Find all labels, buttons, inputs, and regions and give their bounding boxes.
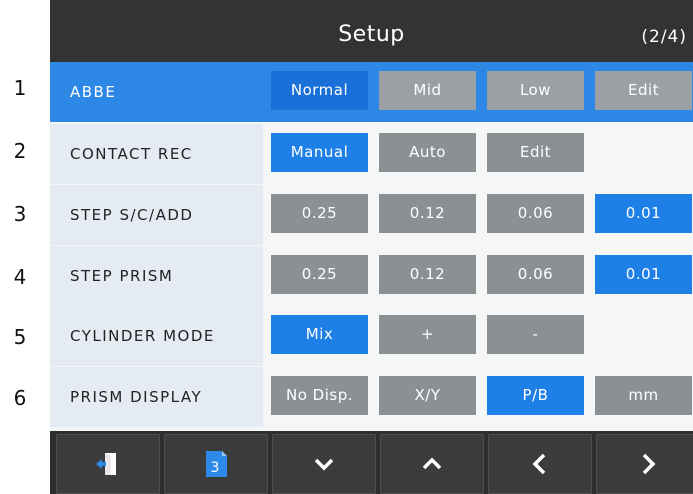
- option-button[interactable]: Auto: [379, 133, 476, 172]
- page-select-button[interactable]: 3: [164, 434, 268, 494]
- setting-label[interactable]: STEP PRISM: [50, 246, 263, 306]
- option-button[interactable]: 0.01: [595, 194, 692, 233]
- setting-row[interactable]: ABBE Normal Mid Low Edit: [50, 62, 693, 122]
- page-title: Setup: [338, 22, 405, 47]
- scroll-up-button[interactable]: [380, 434, 484, 494]
- option-button[interactable]: Manual: [271, 133, 368, 172]
- setting-label[interactable]: CYLINDER MODE: [50, 306, 263, 366]
- row-number: 6: [13, 386, 27, 410]
- page-icon: 3: [206, 451, 227, 477]
- option-button[interactable]: mm: [595, 376, 692, 415]
- setting-label[interactable]: STEP S/C/ADD: [50, 185, 263, 245]
- chevron-up-icon: [422, 457, 442, 470]
- option-group: 0.25 0.12 0.06 0.01: [263, 185, 693, 245]
- exit-door-icon: [96, 453, 116, 475]
- row-number: 5: [13, 325, 27, 349]
- option-group: Manual Auto Edit: [263, 124, 693, 184]
- option-button[interactable]: -: [487, 315, 584, 354]
- option-button[interactable]: No Disp.: [271, 376, 368, 415]
- setting-row[interactable]: CYLINDER MODE Mix + -: [50, 306, 693, 366]
- option-group: 0.25 0.12 0.06 0.01: [263, 246, 693, 306]
- setting-label[interactable]: ABBE: [50, 62, 263, 122]
- setting-row[interactable]: STEP PRISM 0.25 0.12 0.06 0.01: [50, 246, 693, 306]
- setting-row[interactable]: PRISM DISPLAY No Disp. X/Y P/B mm: [50, 367, 693, 427]
- setting-label[interactable]: CONTACT REC: [50, 124, 263, 184]
- setting-row[interactable]: CONTACT REC Manual Auto Edit: [50, 124, 693, 184]
- scroll-down-button[interactable]: [272, 434, 376, 494]
- exit-button[interactable]: [56, 434, 160, 494]
- option-button[interactable]: 0.06: [487, 255, 584, 294]
- next-page-button[interactable]: [596, 434, 693, 494]
- option-button[interactable]: Normal: [271, 71, 368, 110]
- previous-page-button[interactable]: [488, 434, 592, 494]
- option-button[interactable]: Mix: [271, 315, 368, 354]
- option-button[interactable]: +: [379, 315, 476, 354]
- chevron-left-icon: [532, 453, 546, 475]
- row-number: 1: [13, 76, 27, 100]
- option-group: No Disp. X/Y P/B mm: [263, 367, 693, 427]
- setup-panel: Setup (2/4) ABBE Normal Mid Low Edit CONTACT …: [50, 0, 693, 494]
- option-button[interactable]: Mid: [379, 71, 476, 110]
- option-button[interactable]: Edit: [487, 133, 584, 172]
- option-button[interactable]: 0.12: [379, 255, 476, 294]
- row-number: 2: [13, 139, 27, 163]
- option-button[interactable]: 0.06: [487, 194, 584, 233]
- page-indicator: (2/4): [641, 27, 687, 47]
- option-button[interactable]: 0.01: [595, 255, 692, 294]
- setting-label[interactable]: PRISM DISPLAY: [50, 367, 263, 427]
- header-bar: Setup (2/4): [50, 0, 693, 62]
- option-button[interactable]: 0.25: [271, 194, 368, 233]
- chevron-right-icon: [642, 453, 656, 475]
- page-badge: 3: [211, 460, 220, 476]
- setting-row[interactable]: STEP S/C/ADD 0.25 0.12 0.06 0.01: [50, 185, 693, 245]
- option-group: Normal Mid Low Edit: [263, 62, 693, 122]
- row-number: 4: [13, 265, 27, 289]
- chevron-down-icon: [314, 458, 334, 471]
- row-number: 3: [13, 202, 27, 226]
- option-group: Mix + -: [263, 306, 693, 366]
- option-button[interactable]: 0.25: [271, 255, 368, 294]
- option-button[interactable]: Low: [487, 71, 584, 110]
- bottom-toolbar: 3: [50, 431, 693, 494]
- option-button[interactable]: Edit: [595, 71, 692, 110]
- option-button[interactable]: 0.12: [379, 194, 476, 233]
- option-button[interactable]: P/B: [487, 376, 584, 415]
- option-button[interactable]: X/Y: [379, 376, 476, 415]
